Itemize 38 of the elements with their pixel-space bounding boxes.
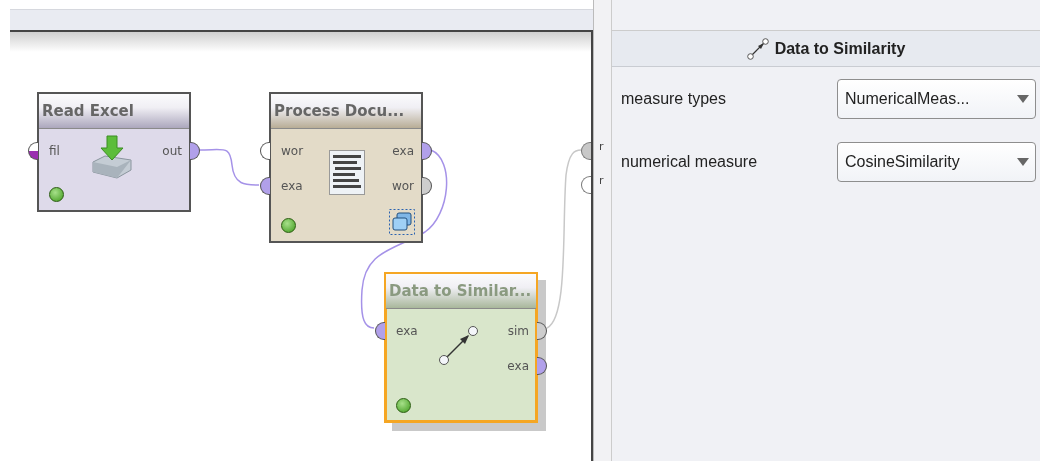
port-label: exa xyxy=(392,143,414,160)
caret-icon xyxy=(1017,158,1029,166)
input-port[interactable] xyxy=(375,322,385,340)
connection-line xyxy=(198,148,260,186)
subprocess-icon[interactable] xyxy=(389,209,415,235)
port-label: r xyxy=(599,174,604,187)
port-label: fil xyxy=(49,143,60,160)
output-port[interactable] xyxy=(422,142,432,160)
operator-title: Read Excel xyxy=(42,102,134,120)
port-label: exa xyxy=(396,323,418,340)
result-port[interactable] xyxy=(581,142,591,160)
port-label: exa xyxy=(507,358,529,375)
similarity-icon xyxy=(746,37,769,60)
document-icon xyxy=(329,150,365,195)
input-port[interactable] xyxy=(260,177,270,195)
caret-icon xyxy=(1017,95,1029,103)
parameter-label: measure types xyxy=(621,90,727,108)
port-label: r xyxy=(599,140,604,153)
output-port[interactable] xyxy=(422,177,432,195)
result-port[interactable] xyxy=(581,176,591,194)
port-label: sim xyxy=(507,323,529,340)
panel-title: Data to Similarity xyxy=(774,39,906,58)
output-port[interactable] xyxy=(190,142,200,160)
output-port[interactable] xyxy=(537,357,547,375)
input-port[interactable] xyxy=(260,142,270,160)
similarity-icon xyxy=(438,324,480,366)
operator-title: Data to Similar... xyxy=(389,282,532,300)
port-label: out xyxy=(162,143,182,160)
parameter-dropdown[interactable]: NumericalMeas... xyxy=(837,79,1036,119)
parameter-dropdown[interactable]: CosineSimilarity xyxy=(837,142,1036,182)
operator-title: Process Docu... xyxy=(274,102,405,120)
port-label: exa xyxy=(281,178,303,195)
parameter-label: numerical measure xyxy=(621,153,759,171)
import-icon xyxy=(91,134,133,180)
port-label: wor xyxy=(281,143,304,160)
input-port[interactable] xyxy=(28,142,38,160)
port-label: wor xyxy=(391,178,414,195)
output-port[interactable] xyxy=(537,322,547,340)
